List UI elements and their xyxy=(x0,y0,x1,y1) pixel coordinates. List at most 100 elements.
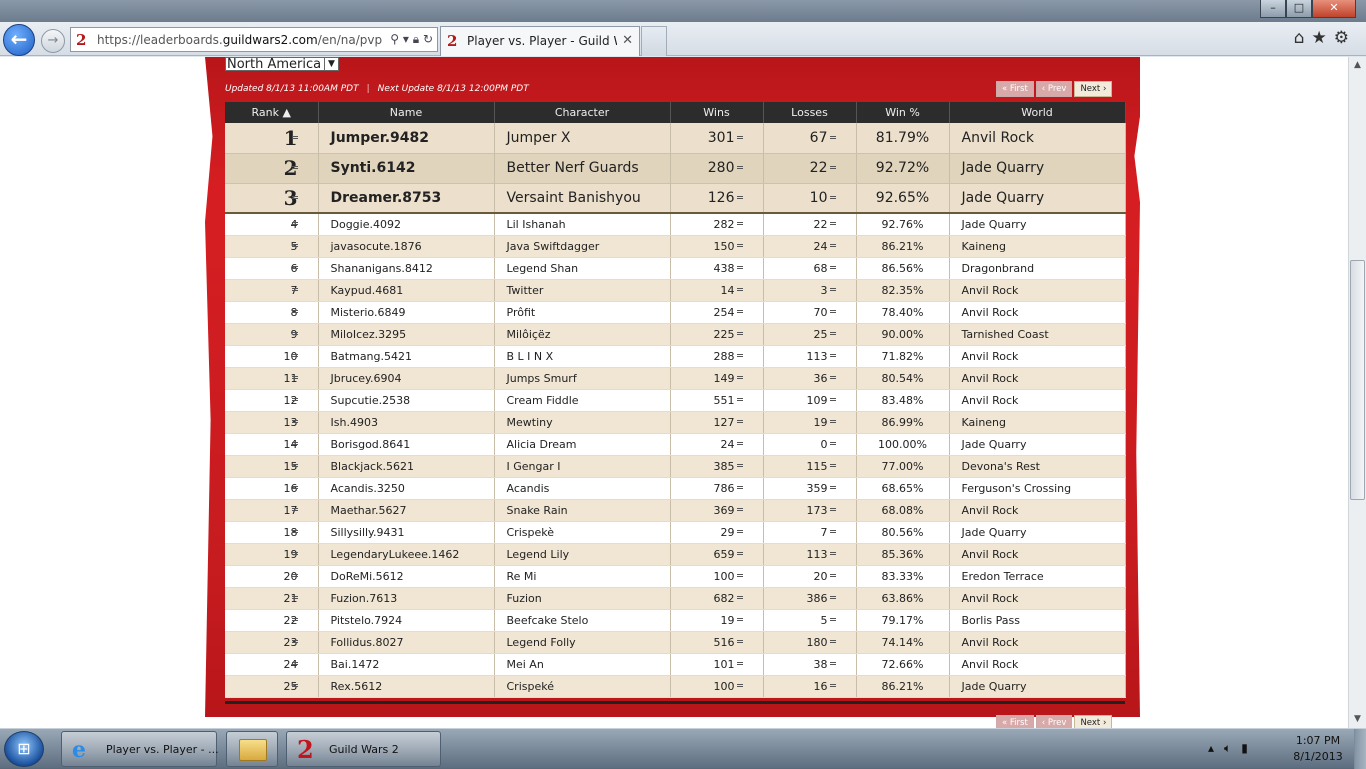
wins-value: 659 xyxy=(713,547,735,561)
losses-value: 386 xyxy=(806,591,828,605)
pager-next-button[interactable]: Next › xyxy=(1074,81,1113,97)
wins-change-icon xyxy=(736,310,743,313)
col-header-name[interactable]: Name xyxy=(318,102,495,123)
cell-name: Ish.4903 xyxy=(318,411,495,434)
back-button[interactable]: ← xyxy=(3,24,35,56)
forward-button[interactable]: → xyxy=(41,29,65,53)
wins-change-icon xyxy=(736,618,743,621)
clock[interactable]: 1:07 PM 8/1/2013 xyxy=(1286,733,1350,765)
taskbar-item-guildwars2[interactable]: 2 Guild Wars 2 xyxy=(286,731,441,767)
home-icon[interactable]: ⌂ xyxy=(1294,28,1312,48)
col-header-wins[interactable]: Wins xyxy=(670,102,764,123)
losses-change-icon xyxy=(829,464,836,467)
cell-winpct: 77.00% xyxy=(856,455,950,478)
system-tray: ▴🔈︎▮ xyxy=(1208,741,1258,756)
tray-arrow-icon[interactable]: ▴ xyxy=(1208,741,1224,755)
close-window-button[interactable]: ✕ xyxy=(1312,0,1356,18)
taskbar: ⊞ e Player vs. Player - ... 2 Guild Wars… xyxy=(0,728,1366,769)
star-icon[interactable]: ★ xyxy=(1312,28,1334,48)
wins-change-icon xyxy=(736,288,743,291)
region-select[interactable]: North America ▼ xyxy=(225,57,339,71)
new-tab-button[interactable] xyxy=(641,26,667,56)
pager-prev-button[interactable]: ‹ Prev xyxy=(1035,81,1073,97)
losses-value: 70 xyxy=(813,305,828,319)
windows-logo-icon: ⊞ xyxy=(17,739,31,758)
cell-winpct: 78.40% xyxy=(856,301,950,324)
losses-change-icon xyxy=(829,354,836,357)
losses-change-icon xyxy=(829,684,836,687)
tab-close-icon[interactable]: ✕ xyxy=(622,33,633,48)
cell-losses: 25 xyxy=(763,323,857,346)
cell-character: Re Mi xyxy=(494,565,671,588)
col-header-world[interactable]: World xyxy=(949,102,1126,123)
taskbar-item-explorer[interactable] xyxy=(226,731,278,767)
minimize-button[interactable]: – xyxy=(1260,0,1286,18)
cell-losses: 359 xyxy=(763,477,857,500)
cell-wins: 254 xyxy=(670,301,764,324)
rank-change-icon xyxy=(291,354,298,357)
cell-world: Borlis Pass xyxy=(949,609,1126,632)
rank-change-icon xyxy=(291,508,298,511)
cell-wins: 516 xyxy=(670,631,764,654)
vertical-scrollbar[interactable]: ▲ ▼ xyxy=(1348,57,1366,728)
col-header-character[interactable]: Character xyxy=(494,102,671,123)
taskbar-item-ie[interactable]: e Player vs. Player - ... xyxy=(61,731,219,767)
col-header-losses[interactable]: Losses xyxy=(763,102,857,123)
cell-world: Anvil Rock xyxy=(949,653,1126,676)
scroll-thumb[interactable] xyxy=(1350,260,1365,500)
wins-value: 254 xyxy=(713,305,735,319)
chevron-down-icon[interactable]: ▼ xyxy=(324,58,338,70)
pager-first-button[interactable]: « First xyxy=(996,715,1034,728)
tab-active[interactable]: 2 Player vs. Player - Guild Wa... ✕ xyxy=(440,26,640,56)
losses-value: 22 xyxy=(813,217,828,231)
folder-icon xyxy=(239,739,267,761)
losses-change-icon xyxy=(829,420,836,423)
cell-winpct: 86.99% xyxy=(856,411,950,434)
pager-prev-button[interactable]: ‹ Prev xyxy=(1035,715,1073,728)
wins-value: 280 xyxy=(707,160,735,176)
lock-icon[interactable]: 🔒︎ xyxy=(413,32,419,46)
tab-title: Player vs. Player - Guild Wa... xyxy=(467,34,617,48)
losses-value: 20 xyxy=(813,569,828,583)
scroll-down-icon[interactable]: ▼ xyxy=(1349,711,1366,728)
dropdown-icon[interactable]: ▾ xyxy=(403,32,409,46)
cell-losses: 68 xyxy=(763,257,857,280)
gear-icon[interactable]: ⚙ xyxy=(1334,28,1356,48)
maximize-button[interactable]: □ xyxy=(1286,0,1312,18)
cell-rank: 3 xyxy=(225,183,319,214)
wins-value: 127 xyxy=(713,415,735,429)
table-row: 20 DoReMi.5612 Re Mi 100 20 83.33% Eredon Terr… xyxy=(225,565,1126,588)
tab-favicon-icon: 2 xyxy=(447,32,458,50)
cell-rank: 25 xyxy=(225,675,319,698)
losses-value: 24 xyxy=(813,239,828,253)
col-header-winpct[interactable]: Win % xyxy=(856,102,950,123)
cell-name: Rex.5612 xyxy=(318,675,495,698)
losses-value: 10 xyxy=(809,189,828,206)
volume-icon[interactable]: 🔈︎ xyxy=(1224,741,1241,755)
table-row: 25 Rex.5612 Crispeké 100 16 86.21% Jade Quarry xyxy=(225,675,1126,698)
losses-value: 173 xyxy=(806,503,828,517)
pager-first-button[interactable]: « First xyxy=(996,81,1034,97)
address-bar[interactable]: 2 https://leaderboards.guildwars2.com/en… xyxy=(70,27,438,52)
cell-rank: 14 xyxy=(225,433,319,456)
wins-value: 225 xyxy=(713,327,735,341)
pager-next-button[interactable]: Next › xyxy=(1074,715,1113,728)
network-icon[interactable]: ▮ xyxy=(1241,741,1258,755)
table-row: 9 MiloIcez.3295 Milôiçëz 225 25 90.00% Tarnish… xyxy=(225,323,1126,346)
losses-value: 7 xyxy=(820,525,828,539)
url-text[interactable]: https://leaderboards.guildwars2.com/en/n… xyxy=(97,33,382,47)
search-icon[interactable]: ⚲ xyxy=(390,32,399,46)
losses-change-icon xyxy=(829,596,836,599)
start-button[interactable]: ⊞ xyxy=(4,731,44,767)
rank-change-icon xyxy=(291,486,298,489)
losses-change-icon xyxy=(829,135,836,139)
cell-losses: 70 xyxy=(763,301,857,324)
scroll-up-icon[interactable]: ▲ xyxy=(1349,57,1366,74)
next-update-text: Next Update 8/1/13 12:00PM PDT xyxy=(377,84,529,94)
cell-name: Supcutie.2538 xyxy=(318,389,495,412)
col-header-rank[interactable]: Rank ▲ xyxy=(225,102,319,123)
table-row: 8 Misterio.6849 Prôfit 254 70 78.40% Anvil Roc… xyxy=(225,301,1126,324)
cell-character: Snake Rain xyxy=(494,499,671,522)
show-desktop-button[interactable] xyxy=(1354,729,1366,769)
refresh-icon[interactable]: ↻ xyxy=(423,32,433,46)
